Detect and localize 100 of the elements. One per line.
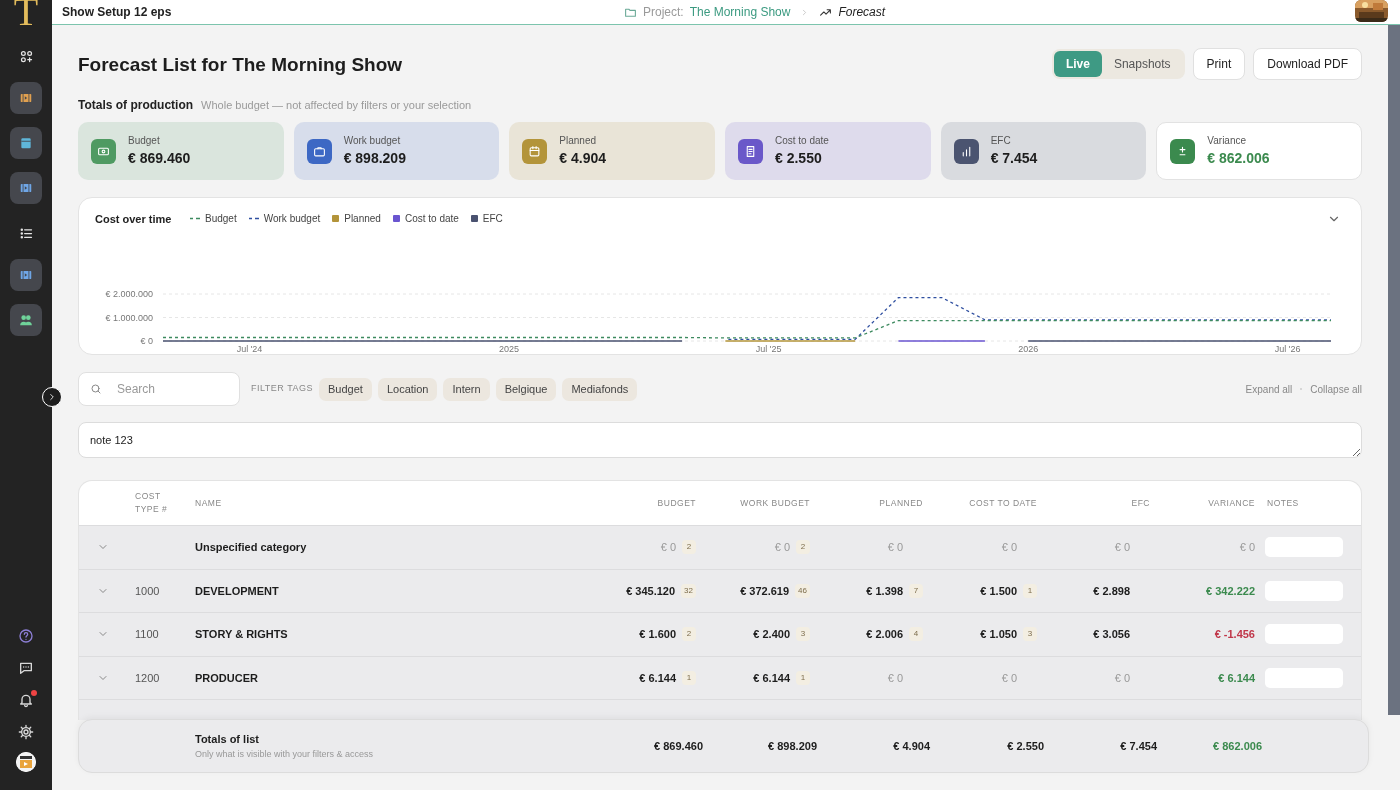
count-badge: 2 xyxy=(682,627,696,642)
total-value: € 869.460 xyxy=(653,738,704,754)
filter-tag[interactable]: Intern xyxy=(443,377,490,401)
nav-button[interactable] xyxy=(10,172,42,204)
card-label: Budget xyxy=(128,134,161,148)
x-tick-label: Jul '26 xyxy=(1274,344,1301,354)
filter-tag[interactable]: Budget xyxy=(319,377,372,401)
table-cell-text: € 0 xyxy=(774,540,790,555)
table-cell-text: € 1.050 xyxy=(980,627,1017,642)
legend-label: Planned xyxy=(344,212,381,226)
action-button[interactable]: Print xyxy=(1192,48,1246,80)
scrollbar[interactable] xyxy=(1388,25,1400,715)
bell-icon[interactable] xyxy=(18,692,34,708)
count-badge: 7 xyxy=(909,583,923,598)
table-cell-text: € 6.144 xyxy=(753,670,790,686)
total-value: € 4.904 xyxy=(892,738,931,754)
column-header: NAME xyxy=(194,496,223,510)
column-header: VARIANCE xyxy=(1207,496,1256,510)
table-cell-text: € 1.600 xyxy=(639,627,676,642)
note-field[interactable]: note 123 xyxy=(78,422,1362,458)
table-row[interactable]: Unspecified category € 0 2 € 0 2 € 0 € 0 € 0 € 0 xyxy=(79,525,1361,569)
count-badge: 1 xyxy=(796,670,810,685)
legend-label: EFC xyxy=(482,212,503,226)
breadcrumb-label: Project: xyxy=(643,4,684,21)
avatar-icon[interactable] xyxy=(16,752,36,772)
total-variance: € 862.006 xyxy=(1212,738,1263,754)
count-badge: 3 xyxy=(796,627,810,642)
total-value: € 7.454 xyxy=(1119,738,1158,754)
column-header: PLANNED xyxy=(878,496,924,510)
expand-sidebar-button[interactable] xyxy=(42,387,62,407)
legend-label: Budget xyxy=(205,212,237,226)
table-cell-text: € 0 xyxy=(660,540,676,555)
card-value: € 898.209 xyxy=(343,149,406,168)
settings-icon[interactable] xyxy=(18,724,34,740)
nav-button[interactable] xyxy=(10,82,42,114)
calendar-icon xyxy=(528,144,542,158)
category-name: STORY & RIGHTS xyxy=(194,627,289,642)
count-badge: 2 xyxy=(682,540,696,555)
nav-button[interactable] xyxy=(10,304,42,336)
x-tick-label: Jul '25 xyxy=(755,344,782,354)
x-tick-label: Jul '24 xyxy=(236,344,263,354)
card-value: € 869.460 xyxy=(128,149,191,168)
search-field[interactable]: Search xyxy=(78,372,240,406)
card-value: € 862.006 xyxy=(1207,149,1270,168)
card-label: Cost to date xyxy=(775,134,829,148)
table-cell-text: € 3.056 xyxy=(1093,627,1130,642)
card-value: € 4.904 xyxy=(559,149,607,168)
y-tick-label: € 1.000.000 xyxy=(105,312,153,323)
chart-title: Cost over time xyxy=(95,212,172,227)
table-cell-text: € 372.619 xyxy=(740,583,790,599)
table-cell-text: € 2.898 xyxy=(1093,583,1130,599)
view-tab[interactable]: Snapshots xyxy=(1101,51,1183,77)
table-row[interactable]: 1000 DEVELOPMENT € 345.120 32 € 372.619 46 € 1.398 7 € 1.500 1 € 2.898 € 342.222 xyxy=(79,568,1361,612)
filter-tag[interactable]: Belgique xyxy=(495,377,557,401)
totals-subtitle: Only what is visible with your filters & access xyxy=(195,747,375,761)
totals-title: Totals of list xyxy=(195,732,260,747)
search-icon xyxy=(90,383,102,395)
category-name: Unspecified category xyxy=(194,540,308,555)
table-cell-text: € 1.398 xyxy=(866,583,903,599)
filter-tag[interactable]: Location xyxy=(377,377,438,401)
count-badge: 32 xyxy=(681,583,696,598)
nav-button[interactable] xyxy=(10,127,42,159)
card-label: Work budget xyxy=(343,134,402,148)
count-badge: 3 xyxy=(1023,627,1037,642)
table-row[interactable]: 1200 PRODUCER € 6.144 1 € 6.144 1 € 0 € 0 € 0 € 6.144 xyxy=(79,655,1361,699)
count-badge: 46 xyxy=(795,583,810,598)
table-cell-text: € 6.144 xyxy=(639,670,676,686)
briefcase-icon xyxy=(312,144,326,158)
chat-icon[interactable] xyxy=(18,660,34,676)
action-button[interactable]: Download PDF xyxy=(1253,48,1362,80)
total-value: € 2.550 xyxy=(1006,738,1045,754)
table-cell-text: € 2.006 xyxy=(866,627,903,642)
breadcrumb-current: Forecast xyxy=(838,4,886,21)
help-icon[interactable] xyxy=(18,628,34,644)
table-cell-text: € 0 xyxy=(887,540,903,555)
chevron-right-icon xyxy=(47,392,57,402)
variance-cell-text: € 342.222 xyxy=(1205,583,1256,599)
category-name: PRODUCER xyxy=(194,670,259,686)
count-badge: 4 xyxy=(909,627,923,642)
x-tick-label: 2026 xyxy=(1018,344,1039,354)
x-tick-label: 2025 xyxy=(499,344,520,354)
count-badge: 1 xyxy=(1023,583,1037,598)
column-header: EFC xyxy=(1130,496,1151,510)
table-cell-text: € 0 xyxy=(1001,670,1017,686)
y-tick-label: € 2.000.000 xyxy=(105,289,153,299)
table-cell-text: € 1.500 xyxy=(980,583,1017,599)
table-row[interactable]: 1100 STORY & RIGHTS € 1.600 2 € 2.400 3 € 2.006 4 € 1.050 3 € 3.056 € -1.456 xyxy=(79,612,1361,656)
table-cell-text: € 345.120 xyxy=(626,583,676,599)
apps-icon[interactable] xyxy=(18,48,34,64)
cost-type-code: 1000 xyxy=(134,583,161,599)
project-link[interactable]: The Morning Show xyxy=(689,3,791,21)
card-value: € 2.550 xyxy=(775,149,823,168)
card-label: Variance xyxy=(1207,134,1248,148)
filter-tag[interactable]: Mediafonds xyxy=(562,377,638,401)
card-value: € 7.454 xyxy=(990,149,1038,168)
variance-cell-text: € 0 xyxy=(1238,540,1256,555)
show-title: Show Setup 12 eps xyxy=(62,4,172,21)
nav-button[interactable] xyxy=(10,259,42,291)
variance-cell-text: € 6.144 xyxy=(1217,670,1256,686)
legend-label: Work budget xyxy=(263,212,321,226)
